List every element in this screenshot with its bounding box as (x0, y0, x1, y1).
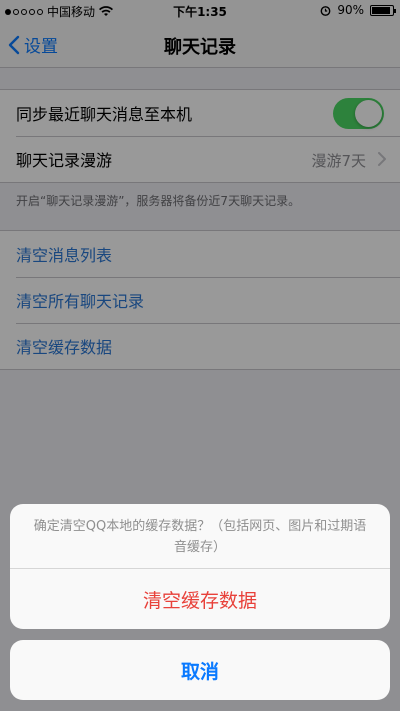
action-sheet: 确定清空QQ本地的缓存数据？（包括网页、图片和过期语音缓存） 清空缓存数据 (10, 504, 390, 629)
confirm-clear-cache-button[interactable]: 清空缓存数据 (10, 569, 390, 629)
cancel-button[interactable]: 取消 (10, 640, 390, 700)
cancel-sheet: 取消 (10, 640, 390, 700)
action-sheet-message: 确定清空QQ本地的缓存数据？（包括网页、图片和过期语音缓存） (10, 504, 390, 569)
